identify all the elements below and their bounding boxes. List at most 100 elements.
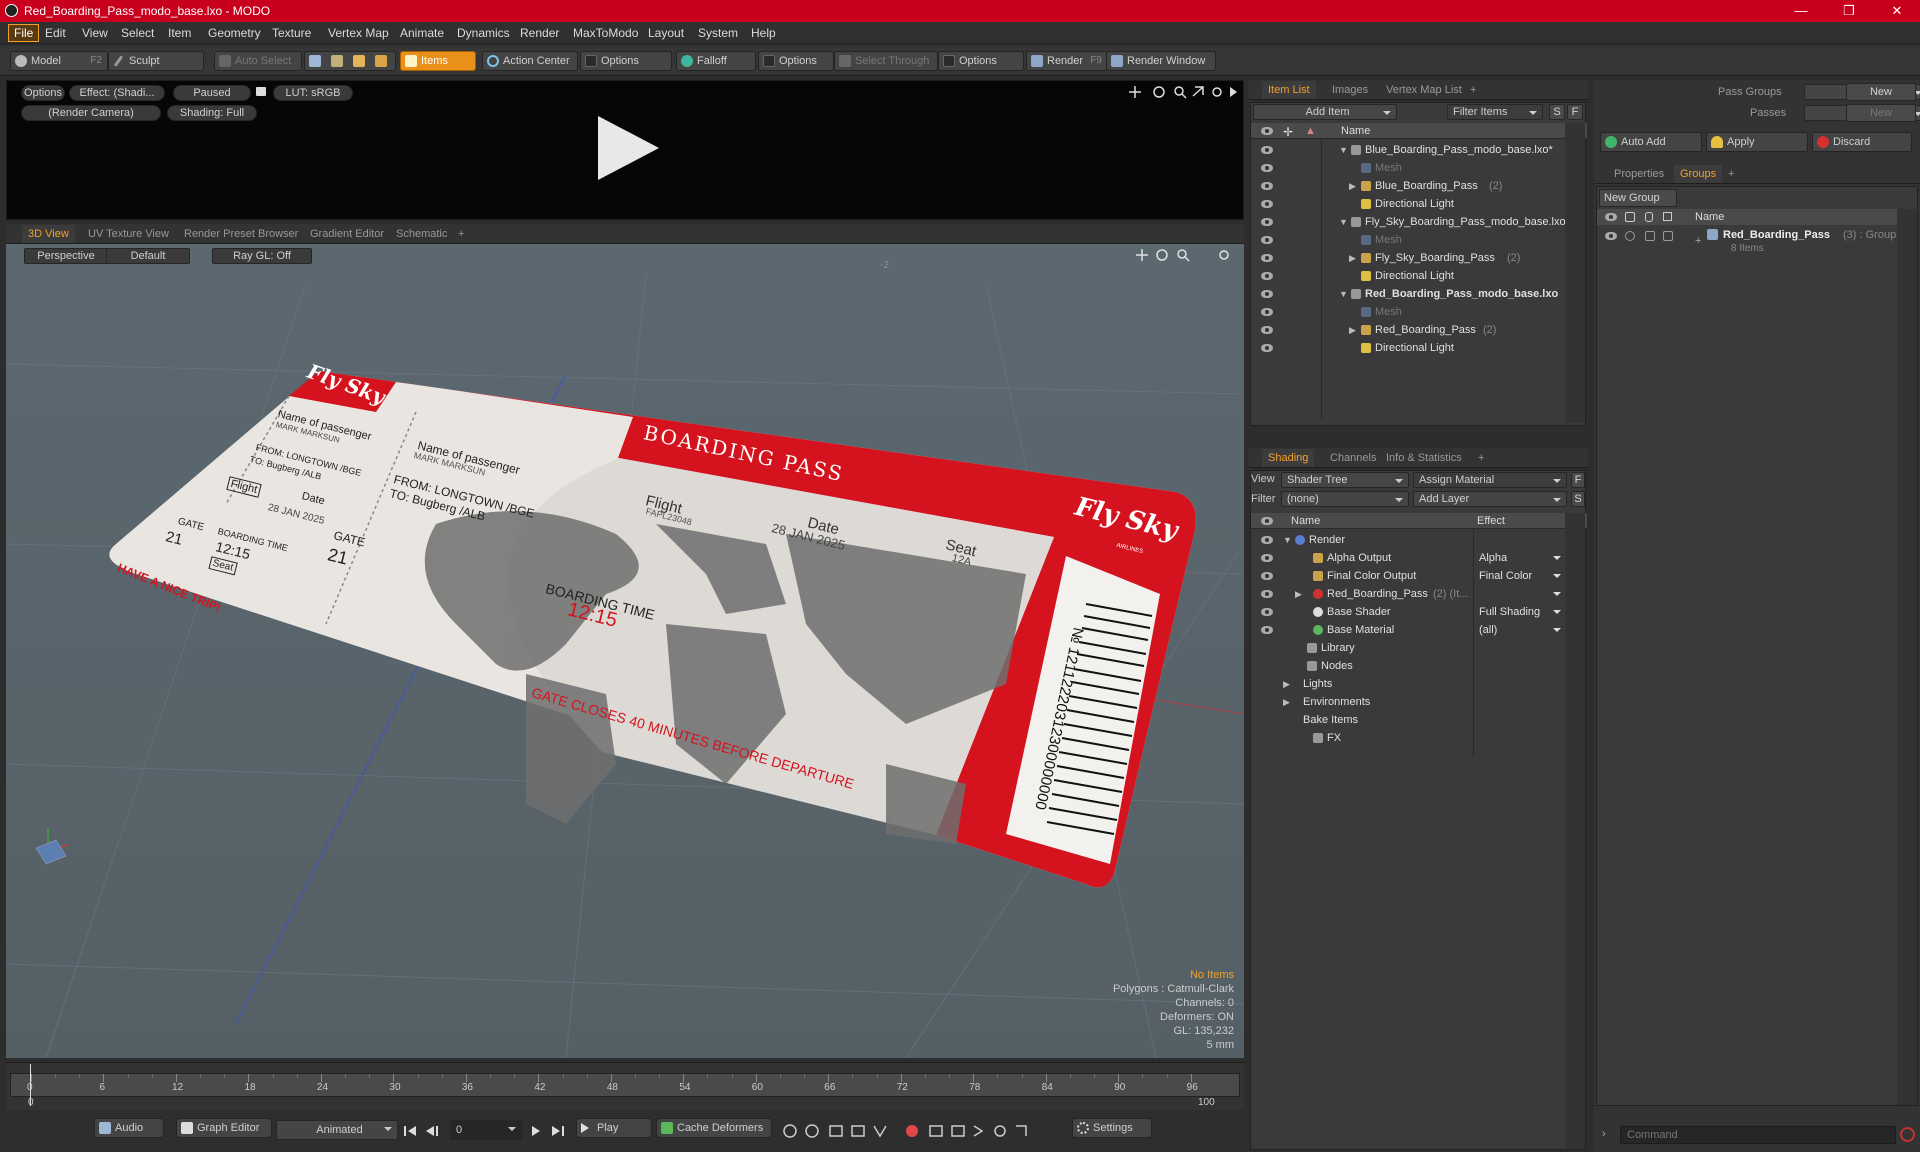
transport-icons[interactable]	[780, 1122, 1070, 1140]
visibility-icon[interactable]	[1261, 182, 1273, 190]
effect-dropdown[interactable]: Full Shading	[1479, 603, 1563, 621]
render-window-button[interactable]: Render Window	[1106, 51, 1216, 71]
expand-right-icon[interactable]: ▶	[1349, 177, 1356, 195]
add-tab-button[interactable]: +	[1472, 449, 1490, 467]
menu-layout[interactable]: Layout	[648, 26, 684, 40]
item-list-row[interactable]: ▶ Fly_Sky_Boarding_Pass (2)	[1251, 249, 1563, 267]
shader-tree-row[interactable]: FX	[1251, 729, 1563, 747]
tab-channels[interactable]: Channels	[1324, 449, 1382, 467]
shader-tree-row[interactable]: Base Shader Full Shading	[1251, 603, 1563, 621]
select-through-button[interactable]: Select Through	[834, 51, 938, 71]
visibility-icon[interactable]	[1261, 146, 1273, 154]
item-list-row[interactable]: ▶ Red_Boarding_Pass (2)	[1251, 321, 1563, 339]
visibility-icon[interactable]	[1261, 200, 1273, 208]
frame-forward-controls[interactable]	[526, 1124, 576, 1138]
falloff-button[interactable]: Falloff	[676, 51, 756, 71]
add-tab-button[interactable]: +	[452, 225, 470, 243]
groups-scrollbar[interactable]	[1897, 209, 1917, 1105]
chevron-down-icon[interactable]	[1553, 628, 1561, 632]
menu-render[interactable]: Render	[520, 26, 559, 40]
render-button[interactable]: Render F9	[1026, 51, 1108, 71]
shading-s-button[interactable]: S	[1571, 491, 1585, 507]
expand-down-icon[interactable]: ▼	[1339, 141, 1348, 159]
shader-tree-row[interactable]: Nodes	[1251, 657, 1563, 675]
visibility-icon[interactable]	[1261, 344, 1273, 352]
menu-texture[interactable]: Texture	[272, 26, 311, 40]
item-list-row[interactable]: Mesh	[1251, 159, 1563, 177]
expand-down-icon[interactable]: ▼	[1339, 213, 1348, 231]
3d-viewport[interactable]: Perspective Default Ray GL: Off -2 Fly S…	[6, 244, 1244, 1058]
tab-info-statistics[interactable]: Info & Statistics	[1380, 449, 1468, 467]
tab-vertex-map-list[interactable]: Vertex Map List	[1380, 81, 1468, 99]
tab-3d-view[interactable]: 3D View	[22, 225, 75, 243]
preview-options-button[interactable]: Options	[21, 85, 65, 101]
group-render-toggle[interactable]	[1625, 231, 1635, 241]
visibility-icon[interactable]	[1261, 164, 1273, 172]
group-row[interactable]: + Red_Boarding_Pass (3) : Group 8 Items	[1597, 227, 1917, 263]
command-history-icon[interactable]	[1900, 1127, 1915, 1142]
auto-add-button[interactable]: Auto Add	[1600, 132, 1702, 152]
tab-properties[interactable]: Properties	[1608, 165, 1670, 183]
close-button[interactable]: ✕	[1874, 0, 1920, 22]
tab-groups[interactable]: Groups	[1674, 165, 1723, 183]
item-list-row[interactable]: ▼ Blue_Boarding_Pass_modo_base.lxo*	[1251, 141, 1563, 159]
chevron-down-icon[interactable]	[1553, 574, 1561, 578]
add-tab-button[interactable]: +	[1722, 165, 1740, 183]
edge-mode-icon[interactable]	[331, 55, 343, 67]
menu-vertex-map[interactable]: Vertex Map	[328, 26, 389, 40]
effect-dropdown[interactable]: Alpha	[1479, 549, 1563, 567]
menu-select[interactable]: Select	[121, 26, 154, 40]
sculpt-mode-button[interactable]: Sculpt	[108, 51, 204, 71]
menu-system[interactable]: System	[698, 26, 738, 40]
assign-material-button[interactable]: Assign Material	[1413, 472, 1567, 488]
material-mode-icon[interactable]	[375, 55, 387, 67]
tab-item-list[interactable]: Item List	[1262, 81, 1316, 99]
filter-f-button[interactable]: F	[1567, 104, 1583, 120]
menu-dynamics[interactable]: Dynamics	[457, 26, 510, 40]
visibility-icon[interactable]	[1261, 572, 1273, 580]
shader-tree-dropdown[interactable]: Shader Tree	[1281, 472, 1409, 488]
item-list-row[interactable]: ▼ Red_Boarding_Pass_modo_base.lxo	[1251, 285, 1563, 303]
shader-tree-row[interactable]: Base Material (all)	[1251, 621, 1563, 639]
menu-edit[interactable]: Edit	[45, 26, 66, 40]
add-item-dropdown[interactable]: Add Item	[1253, 104, 1397, 120]
lock-icon[interactable]	[256, 87, 266, 96]
cache-deformers-button[interactable]: Cache Deformers	[656, 1118, 772, 1138]
item-list-row[interactable]: Mesh	[1251, 303, 1563, 321]
item-list-row[interactable]: Directional Light	[1251, 195, 1563, 213]
frame-input[interactable]: 0	[450, 1120, 522, 1140]
shader-tree-row[interactable]: ▶ Red_Boarding_Pass (2) (It...	[1251, 585, 1563, 603]
shader-tree-row[interactable]: ▶ Lights	[1251, 675, 1563, 693]
model-mode-button[interactable]: Model F2	[10, 51, 108, 71]
shader-tree-row[interactable]: Alpha Output Alpha	[1251, 549, 1563, 567]
frame-back-controls[interactable]	[402, 1124, 450, 1138]
tab-shading[interactable]: Shading	[1262, 449, 1315, 467]
expand-right-icon[interactable]: ▶	[1349, 321, 1356, 339]
effect-dropdown[interactable]: Final Color	[1479, 567, 1563, 585]
settings-button[interactable]: Settings	[1072, 1118, 1152, 1138]
visibility-icon[interactable]	[1261, 608, 1273, 616]
play-button[interactable]: Play	[576, 1118, 652, 1138]
visibility-icon[interactable]	[1261, 536, 1273, 544]
shading-f-button[interactable]: F	[1571, 472, 1585, 488]
menu-file[interactable]: File	[8, 24, 40, 42]
menu-maxtomodo[interactable]: MaxToModo	[573, 26, 638, 40]
audio-button[interactable]: Audio	[94, 1118, 164, 1138]
item-list-row[interactable]: ▶ Blue_Boarding_Pass (2)	[1251, 177, 1563, 195]
add-tab-button[interactable]: +	[1464, 81, 1482, 99]
item-list-row[interactable]: ▼ Fly_Sky_Boarding_Pass_modo_base.lxo	[1251, 213, 1566, 231]
expand-icon[interactable]: +	[1695, 235, 1701, 247]
preview-paused-toggle[interactable]: Paused	[173, 85, 251, 101]
add-layer-dropdown[interactable]: Add Layer	[1413, 491, 1567, 507]
command-input[interactable]	[1620, 1126, 1896, 1144]
tab-schematic[interactable]: Schematic	[390, 225, 453, 243]
expand-right-icon[interactable]: ▶	[1295, 585, 1302, 603]
timeline-ruler[interactable]: 06121824303642485460667278849096	[10, 1073, 1240, 1097]
expand-right-icon[interactable]: ▶	[1283, 693, 1290, 711]
shading-dropdown[interactable]: Shading: Full	[167, 105, 257, 121]
preview-view-controls[interactable]	[1127, 84, 1239, 100]
discard-button[interactable]: Discard	[1812, 132, 1912, 152]
shader-tree-row[interactable]: Library	[1251, 639, 1563, 657]
polygon-mode-icon[interactable]	[353, 55, 365, 67]
menu-view[interactable]: View	[82, 26, 108, 40]
